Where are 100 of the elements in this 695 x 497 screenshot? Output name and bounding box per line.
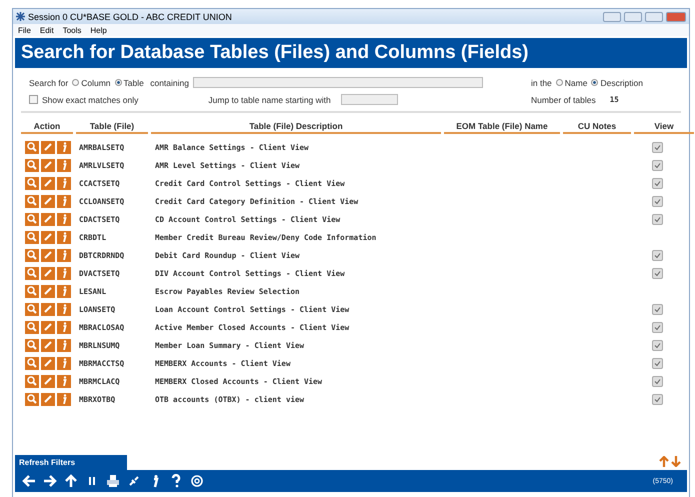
view-button[interactable] xyxy=(25,374,39,388)
up-arrow-button[interactable] xyxy=(63,474,79,488)
info-button[interactable] xyxy=(57,248,71,262)
view-checkbox[interactable] xyxy=(652,142,662,152)
edit-button[interactable] xyxy=(41,284,55,298)
jump-label: Jump to table name starting with xyxy=(208,94,331,104)
view-button[interactable] xyxy=(25,158,39,172)
radio-option[interactable]: Column xyxy=(72,78,111,88)
printer-button[interactable] xyxy=(105,474,121,488)
check-icon xyxy=(654,252,660,258)
info-button[interactable] xyxy=(57,140,71,154)
info-button[interactable] xyxy=(57,374,71,388)
refresh-filters-button[interactable]: Refresh Filters xyxy=(15,455,127,470)
info-button[interactable] xyxy=(57,302,71,316)
edit-button[interactable] xyxy=(41,194,55,208)
view-checkbox[interactable] xyxy=(652,178,662,188)
search-field[interactable] xyxy=(192,77,483,88)
edit-button[interactable] xyxy=(41,176,55,190)
search-icon xyxy=(27,286,37,296)
printer-icon xyxy=(106,474,120,488)
view-button[interactable] xyxy=(25,338,39,352)
info-button[interactable] xyxy=(57,194,71,208)
up-arrow-icon xyxy=(64,474,78,488)
view-button[interactable] xyxy=(25,212,39,226)
view-checkbox[interactable] xyxy=(652,214,662,224)
menu-item[interactable]: Edit xyxy=(40,26,54,34)
edit-button[interactable] xyxy=(41,320,55,334)
edit-button[interactable] xyxy=(41,158,55,172)
info-button[interactable] xyxy=(57,320,71,334)
forward-arrow-button[interactable] xyxy=(42,474,58,488)
help-icon xyxy=(169,474,183,488)
edit-button[interactable] xyxy=(41,392,55,406)
view-button[interactable] xyxy=(25,320,39,334)
radio-button[interactable] xyxy=(556,79,563,86)
menu-item[interactable]: File xyxy=(18,26,31,34)
edit-button[interactable] xyxy=(41,302,55,316)
page-up-icon[interactable] xyxy=(659,456,669,467)
radio-button[interactable] xyxy=(591,79,598,86)
view-checkbox[interactable] xyxy=(652,268,662,278)
menu-item[interactable]: Help xyxy=(90,26,107,34)
view-checkbox[interactable] xyxy=(652,304,662,314)
view-checkbox[interactable] xyxy=(652,196,662,206)
view-button[interactable] xyxy=(25,176,39,190)
column-header: View xyxy=(634,121,694,134)
checkbox-label: Show exact matches only xyxy=(42,94,138,104)
checkbox[interactable] xyxy=(29,95,38,104)
info-button[interactable] xyxy=(57,176,71,190)
menu-item[interactable]: Tools xyxy=(62,26,82,34)
view-button[interactable] xyxy=(25,284,39,298)
search-icon xyxy=(27,142,37,152)
search-icon xyxy=(27,304,37,314)
view-checkbox[interactable] xyxy=(652,322,662,332)
column-header: EOM Table (File) Name xyxy=(444,121,560,134)
info-button[interactable] xyxy=(57,212,71,226)
edit-button[interactable] xyxy=(41,266,55,280)
edit-button[interactable] xyxy=(41,230,55,244)
info-button[interactable] xyxy=(57,284,71,298)
view-checkbox[interactable] xyxy=(652,358,662,368)
back-arrow-button[interactable] xyxy=(21,474,37,488)
view-button[interactable] xyxy=(25,248,39,262)
view-button[interactable] xyxy=(25,140,39,154)
info-button[interactable] xyxy=(57,158,71,172)
info-button[interactable] xyxy=(57,392,71,406)
view-button[interactable] xyxy=(25,356,39,370)
restore-button[interactable] xyxy=(603,12,621,22)
search-icon xyxy=(27,232,37,242)
edit-button[interactable] xyxy=(41,248,55,262)
edit-button[interactable] xyxy=(41,374,55,388)
jump-field[interactable] xyxy=(340,94,398,105)
page-down-icon[interactable] xyxy=(671,456,681,467)
view-button[interactable] xyxy=(25,302,39,316)
info-button[interactable] xyxy=(57,230,71,244)
view-checkbox[interactable] xyxy=(652,250,662,260)
search-icon xyxy=(27,196,37,206)
radio-button[interactable] xyxy=(114,79,122,86)
radio-button[interactable] xyxy=(72,79,80,86)
edit-button[interactable] xyxy=(41,338,55,352)
edit-button[interactable] xyxy=(41,356,55,370)
info-button[interactable] xyxy=(57,356,71,370)
view-checkbox[interactable] xyxy=(652,376,662,386)
view-checkbox[interactable] xyxy=(652,340,662,350)
info-button[interactable] xyxy=(57,266,71,280)
info-button[interactable] xyxy=(57,338,71,352)
view-button[interactable] xyxy=(25,194,39,208)
search-icon xyxy=(27,322,37,332)
close-button[interactable] xyxy=(666,12,686,22)
edit-button[interactable] xyxy=(41,140,55,154)
check-icon xyxy=(654,378,660,384)
radio-option[interactable]: Table xyxy=(114,78,144,88)
edit-button[interactable] xyxy=(41,212,55,226)
radio-option[interactable]: Name xyxy=(556,78,588,88)
view-checkbox[interactable] xyxy=(652,160,662,170)
search-icon xyxy=(27,394,37,404)
maximize-button[interactable] xyxy=(645,12,663,22)
view-button[interactable] xyxy=(25,392,39,406)
minimize-button[interactable] xyxy=(624,12,642,22)
view-button[interactable] xyxy=(25,266,39,280)
view-button[interactable] xyxy=(25,230,39,244)
view-checkbox[interactable] xyxy=(652,394,662,404)
radio-option[interactable]: Description xyxy=(591,78,643,88)
